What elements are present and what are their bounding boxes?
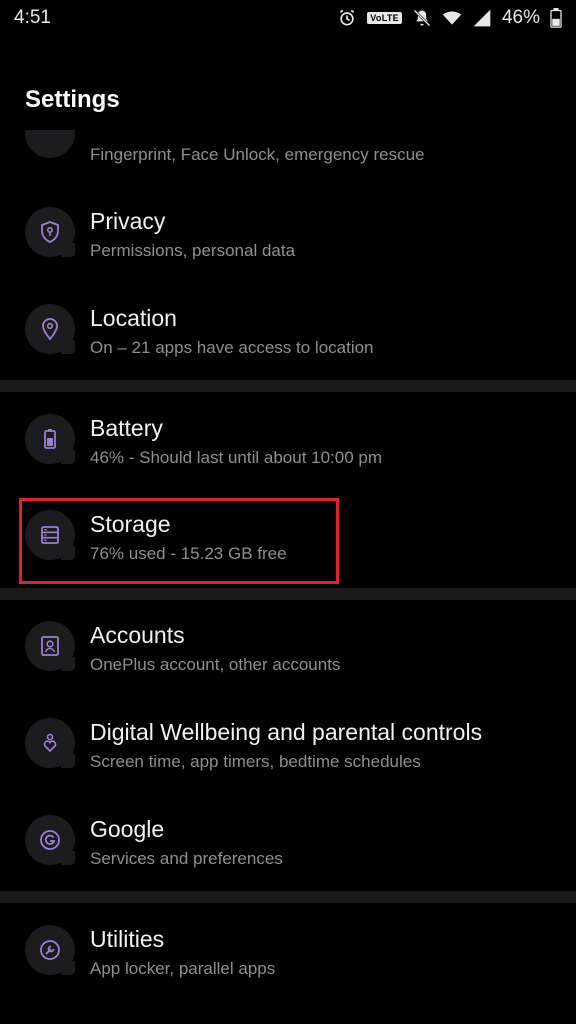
accounts-icon-container [25, 621, 75, 671]
item-title: Utilities [90, 926, 165, 952]
settings-item-utilities[interactable]: Utilities App locker, parallel apps [0, 908, 576, 1005]
shield-key-icon [41, 221, 59, 243]
section-divider [0, 588, 576, 600]
wellbeing-icon-container [25, 718, 75, 768]
google-icon [40, 830, 60, 850]
battery-percentage: 46% [501, 7, 540, 28]
item-subtitle: 46% - Should last until about 10:00 pm [90, 448, 383, 467]
item-subtitle: Permissions, personal data [90, 241, 296, 260]
item-subtitle: Services and preferences [90, 849, 283, 868]
wifi-icon [442, 11, 462, 25]
location-icon-container [25, 304, 75, 354]
location-pin-icon [42, 318, 58, 341]
status-bar: 4:51 VoLTE 46% [0, 0, 576, 36]
battery-status-icon [550, 8, 562, 28]
account-icon [41, 636, 59, 656]
status-time: 4:51 [14, 7, 51, 28]
item-subtitle: App locker, parallel apps [90, 959, 276, 978]
battery-icon-container [25, 414, 75, 464]
section-divider [0, 380, 576, 392]
utilities-icon-container [25, 925, 75, 975]
item-title: Battery [90, 415, 163, 441]
item-subtitle: On – 21 apps have access to location [90, 338, 374, 357]
item-title: Privacy [90, 208, 166, 234]
settings-item-accounts[interactable]: Accounts OnePlus account, other accounts [0, 604, 576, 701]
item-title: Accounts [90, 622, 185, 648]
security-subtitle[interactable]: Fingerprint, Face Unlock, emergency resc… [90, 145, 424, 165]
page-title: Settings [25, 86, 120, 113]
status-icons: VoLTE 46% [337, 7, 562, 29]
heart-person-icon [43, 733, 57, 753]
google-icon-container [25, 815, 75, 865]
volte-badge: VoLTE [367, 12, 402, 24]
settings-item-battery[interactable]: Battery 46% - Should last until about 10… [0, 397, 576, 494]
mute-icon [413, 9, 431, 27]
highlight-box [19, 498, 339, 584]
settings-item-privacy[interactable]: Privacy Permissions, personal data [0, 190, 576, 287]
item-title: Google [90, 816, 165, 842]
item-title: Digital Wellbeing and parental controls [90, 719, 483, 745]
battery-icon [44, 429, 56, 449]
signal-icon [473, 9, 491, 27]
section-divider [0, 891, 576, 903]
security-icon [25, 130, 75, 160]
settings-item-digital-wellbeing[interactable]: Digital Wellbeing and parental controls … [0, 701, 576, 798]
item-subtitle: Screen time, app timers, bedtime schedul… [90, 752, 421, 771]
alarm-icon [340, 9, 355, 26]
item-title: Location [90, 305, 177, 331]
storage-icon [41, 526, 59, 544]
privacy-icon-container [25, 207, 75, 257]
settings-item-google[interactable]: Google Services and preferences [0, 798, 576, 895]
item-subtitle: OnePlus account, other accounts [90, 655, 341, 674]
settings-item-location[interactable]: Location On – 21 apps have access to loc… [0, 287, 576, 384]
utilities-icon [40, 940, 60, 960]
